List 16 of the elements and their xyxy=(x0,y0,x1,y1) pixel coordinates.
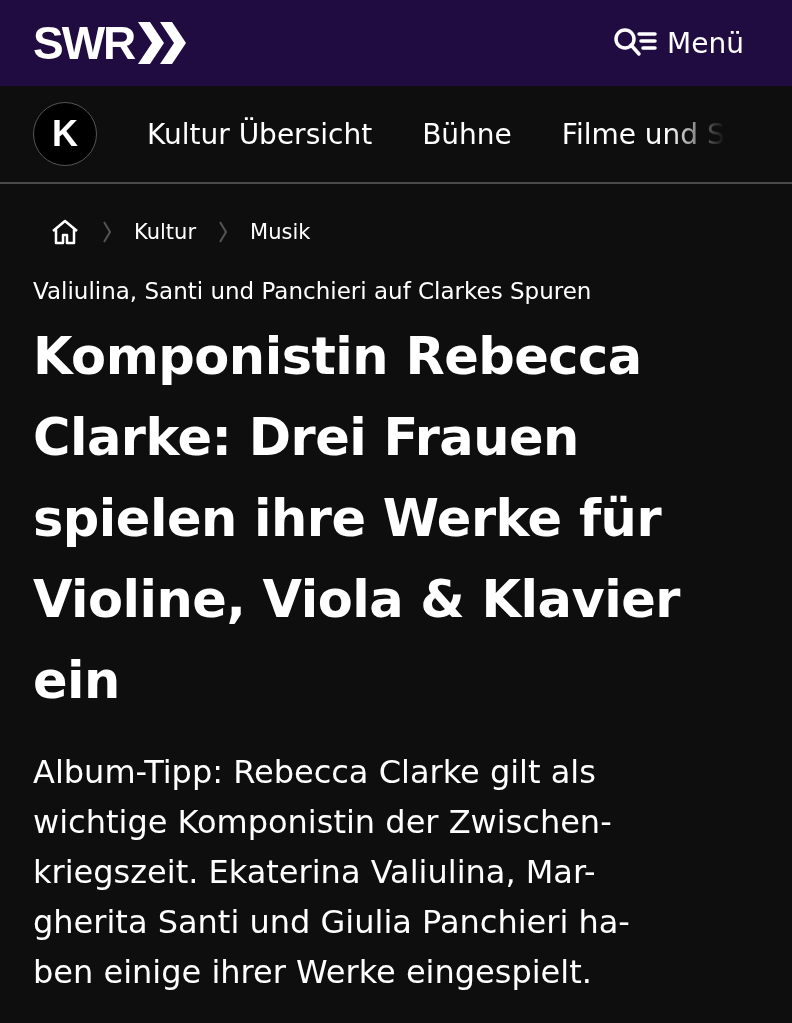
article-headline: Komponistin Rebecca Clarke: Drei Frauen spielen ihre Werke für Violine, Viola & Klavier ein xyxy=(33,326,682,712)
nav-link[interactable]: Kultur Übersicht xyxy=(147,117,373,151)
breadcrumb-link[interactable]: Kultur xyxy=(134,220,197,244)
menu-button[interactable]: Menü xyxy=(613,26,744,60)
breadcrumb-link[interactable]: Musik xyxy=(250,220,311,244)
double-chevron-icon xyxy=(138,22,189,64)
search-menu-icon xyxy=(613,27,660,59)
section-logo[interactable]: K xyxy=(33,102,97,166)
chevron-icon xyxy=(218,220,229,244)
nav-link[interactable]: Filme und S xyxy=(561,117,725,151)
article-lead: Album-Tipp: Rebecca Clarke gilt als wichtige Komponistin der Zwischen- kriegszeit. Ekaterina Valiulina, Mar- gherita Santi und Giulia Panchieri ha- ben einige ihrer Werke eingespielt. xyxy=(33,752,631,993)
article-kicker: Valiulina, Santi und Panchieri auf Clarkes Spuren xyxy=(33,278,593,304)
nav-link[interactable]: Bühne xyxy=(422,117,512,151)
site-logo[interactable]: SWR xyxy=(33,16,135,70)
home-icon[interactable] xyxy=(50,218,80,246)
chevron-icon xyxy=(102,220,112,244)
